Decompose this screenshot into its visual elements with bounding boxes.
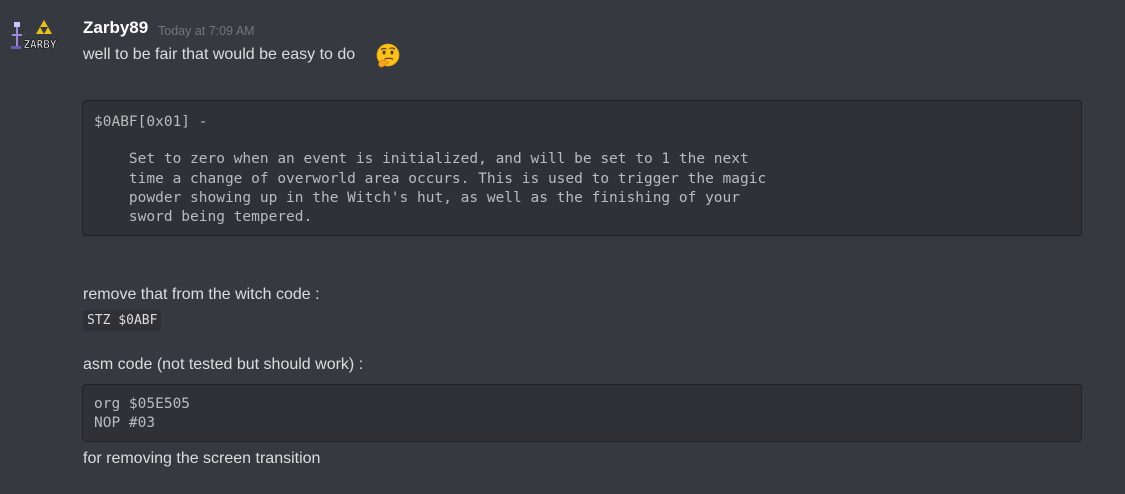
code-block-asm: org $05E505 NOP #03 bbox=[82, 384, 1082, 442]
message-text-1: well to be fair that would be easy to do bbox=[83, 46, 356, 63]
code-line: powder showing up in the Witch's hut, as… bbox=[94, 190, 741, 206]
code-block-description: $0ABF[0x01] - Set to zero when an event … bbox=[82, 100, 1082, 236]
timestamp: Today at 7:09 AM bbox=[158, 24, 255, 38]
code-line: $0ABF[0x01] - bbox=[94, 114, 208, 130]
code-line: time a change of overworld area occurs. … bbox=[94, 171, 767, 187]
thinking-face-icon bbox=[375, 43, 401, 69]
code-line: NOP #03 bbox=[94, 415, 156, 431]
code-line: sword being tempered. bbox=[94, 209, 313, 225]
code-line: Set to zero when an event is initialized… bbox=[94, 151, 749, 167]
inline-code: STZ $0ABF bbox=[83, 310, 162, 331]
avatar-text: ZARBY bbox=[23, 38, 56, 51]
code-line: org $05E505 bbox=[94, 396, 191, 412]
message-text-3: asm code (not tested but should work) : bbox=[83, 356, 364, 373]
message-text-2: remove that from the witch code : bbox=[83, 286, 320, 303]
avatar[interactable]: ZARBY bbox=[8, 20, 62, 62]
username[interactable]: Zarby89 bbox=[83, 18, 148, 38]
message-text-4: for removing the screen transition bbox=[83, 450, 321, 467]
